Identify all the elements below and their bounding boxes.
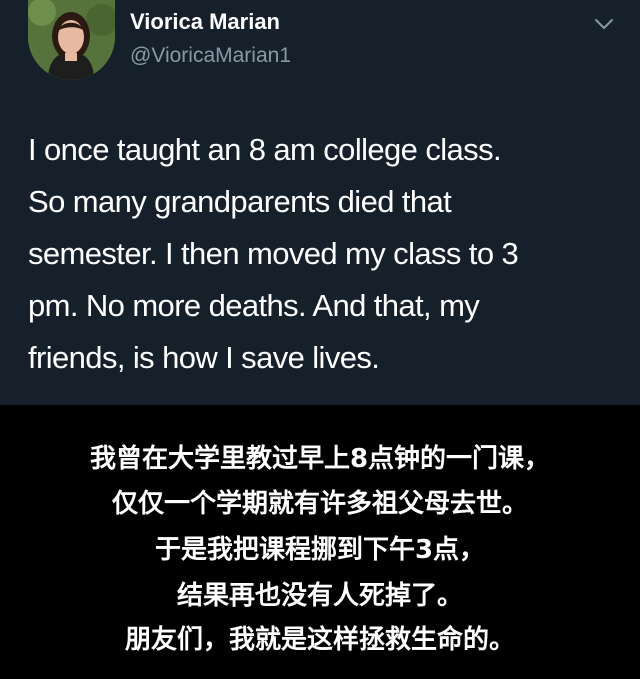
- tweet-text-line: So many grandparents died that: [28, 184, 452, 219]
- translation-caption: 我曾在大学里教过早上8点钟的一门课， 仅仅一个学期就有许多祖父母去世。 于是我把…: [0, 405, 640, 679]
- avatar[interactable]: [28, 0, 115, 80]
- caption-line: 结果再也没有人死掉了。: [176, 581, 463, 611]
- tweet-text: I once taught an 8 am college class. So …: [28, 124, 628, 384]
- caption-line: 朋友们，我就是这样拯救生命的。: [124, 625, 515, 655]
- tweet-text-line: I once taught an 8 am college class.: [28, 132, 502, 167]
- chevron-down-icon[interactable]: [593, 16, 615, 32]
- tweet-card[interactable]: Viorica Marian @VioricaMarian1 I once ta…: [0, 0, 640, 405]
- tweet-text-line: semester. I then moved my class to 3: [28, 236, 519, 271]
- author-handle[interactable]: @VioricaMarian1: [130, 44, 291, 68]
- caption-line: 我曾在大学里教过早上8点钟的一门课，: [89, 444, 551, 474]
- page: Viorica Marian @VioricaMarian1 I once ta…: [0, 0, 640, 679]
- tweet-text-line: pm. No more deaths. And that, my: [28, 288, 480, 323]
- user-avatar-icon: [28, 0, 115, 80]
- caption-line: 于是我把课程挪到下午3点，: [154, 535, 486, 565]
- tweet-text-line: friends, is how I save lives.: [28, 340, 380, 375]
- caption-line: 仅仅一个学期就有许多祖父母去世。: [111, 489, 528, 519]
- author-name[interactable]: Viorica Marian: [130, 9, 280, 35]
